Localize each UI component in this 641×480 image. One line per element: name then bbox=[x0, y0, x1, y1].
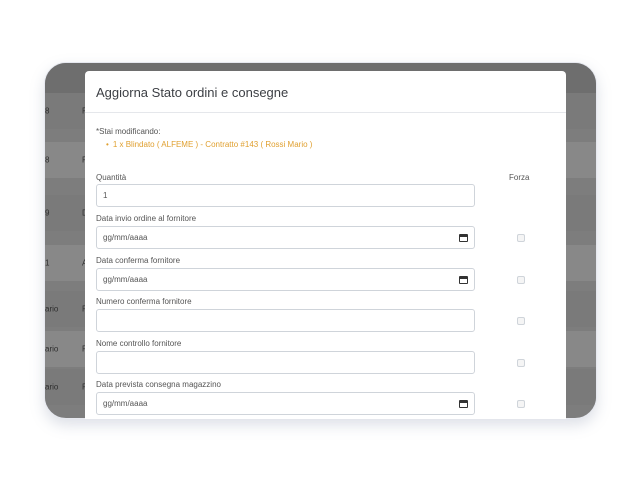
quantity-label: Quantità bbox=[96, 173, 127, 182]
quantity-value: 1 bbox=[103, 191, 108, 200]
editing-item-text: 1 x Blindato ( ALFEME ) - Contratto #143… bbox=[112, 140, 313, 149]
force-controller-name-checkbox[interactable] bbox=[517, 359, 525, 367]
confirm-date-label: Data conferma fornitore bbox=[96, 256, 181, 265]
confirm-number-label: Numero conferma fornitore bbox=[96, 297, 192, 306]
background-cell: ario bbox=[45, 382, 59, 392]
calendar-icon[interactable] bbox=[459, 275, 468, 284]
update-status-modal: Aggiorna Stato ordini e consegne *Stai m… bbox=[85, 71, 566, 419]
force-confirm-number-checkbox[interactable] bbox=[517, 317, 525, 325]
delivery-date-label: Data prevista consegna magazzino bbox=[96, 380, 221, 389]
force-delivery-date-checkbox[interactable] bbox=[517, 400, 525, 408]
background-cell: 8 bbox=[45, 155, 50, 165]
modal-title: Aggiorna Stato ordini e consegne bbox=[96, 85, 289, 100]
confirm-date-placeholder: gg/mm/aaaa bbox=[103, 275, 148, 284]
controller-name-label: Nome controllo fornitore bbox=[96, 339, 182, 348]
quantity-input[interactable]: 1 bbox=[96, 184, 475, 207]
bullet-icon: • bbox=[106, 140, 109, 149]
delivery-date-placeholder: gg/mm/aaaa bbox=[103, 399, 148, 408]
background-cell: 9 bbox=[45, 208, 50, 218]
modal-header: Aggiorna Stato ordini e consegne bbox=[85, 71, 566, 113]
editing-label: *Stai modificando: bbox=[96, 127, 161, 136]
order-date-placeholder: gg/mm/aaaa bbox=[103, 233, 148, 242]
force-column-header: Forza bbox=[509, 173, 530, 182]
calendar-icon[interactable] bbox=[459, 399, 468, 408]
force-order-date-checkbox[interactable] bbox=[517, 234, 525, 242]
delivery-date-input[interactable]: gg/mm/aaaa bbox=[96, 392, 475, 415]
order-date-input[interactable]: gg/mm/aaaa bbox=[96, 226, 475, 249]
order-date-label: Data invio ordine al fornitore bbox=[96, 214, 197, 223]
controller-name-input[interactable] bbox=[96, 351, 475, 374]
confirm-date-input[interactable]: gg/mm/aaaa bbox=[96, 268, 475, 291]
confirm-number-input[interactable] bbox=[96, 309, 475, 332]
force-confirm-date-checkbox[interactable] bbox=[517, 276, 525, 284]
background-cell: ario bbox=[45, 344, 59, 354]
background-cell: 8 bbox=[45, 106, 50, 116]
editing-item: • 1 x Blindato ( ALFEME ) - Contratto #14… bbox=[106, 140, 312, 149]
calendar-icon[interactable] bbox=[459, 233, 468, 242]
background-cell: 1 bbox=[45, 258, 50, 268]
background-cell: ario bbox=[45, 304, 59, 314]
